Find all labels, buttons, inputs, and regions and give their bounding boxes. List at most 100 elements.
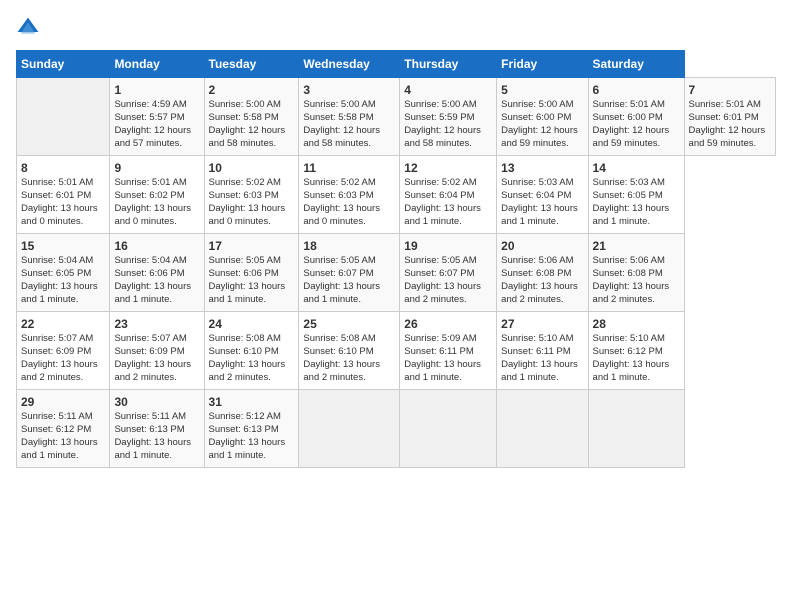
sunrise-text: Sunrise: 5:00 AM — [501, 99, 573, 110]
sunset-text: Sunset: 6:01 PM — [689, 112, 759, 123]
sunrise-text: Sunrise: 5:10 AM — [501, 333, 573, 344]
calendar-cell: 15Sunrise: 5:04 AMSunset: 6:05 PMDayligh… — [17, 234, 110, 312]
sunrise-text: Sunrise: 5:12 AM — [209, 411, 281, 422]
calendar-cell: 27Sunrise: 5:10 AMSunset: 6:11 PMDayligh… — [497, 312, 588, 390]
day-number: 5 — [501, 82, 583, 98]
day-number: 10 — [209, 160, 295, 176]
daylight-text: Daylight: 13 hours and 1 minute. — [593, 203, 670, 227]
daylight-text: Daylight: 13 hours and 1 minute. — [404, 359, 481, 383]
sunrise-text: Sunrise: 5:01 AM — [689, 99, 761, 110]
daylight-text: Daylight: 13 hours and 0 minutes. — [114, 203, 191, 227]
sunrise-text: Sunrise: 5:05 AM — [303, 255, 375, 266]
calendar-cell: 28Sunrise: 5:10 AMSunset: 6:12 PMDayligh… — [588, 312, 684, 390]
sunset-text: Sunset: 6:11 PM — [404, 346, 474, 357]
sunset-text: Sunset: 6:10 PM — [209, 346, 279, 357]
day-number: 23 — [114, 316, 199, 332]
sunset-text: Sunset: 6:09 PM — [21, 346, 91, 357]
daylight-text: Daylight: 13 hours and 1 minute. — [21, 437, 98, 461]
day-number: 14 — [593, 160, 680, 176]
calendar-week-3: 22Sunrise: 5:07 AMSunset: 6:09 PMDayligh… — [17, 312, 776, 390]
daylight-text: Daylight: 13 hours and 2 minutes. — [501, 281, 578, 305]
daylight-text: Daylight: 13 hours and 1 minute. — [501, 359, 578, 383]
calendar-cell: 2Sunrise: 5:00 AMSunset: 5:58 PMDaylight… — [204, 78, 299, 156]
daylight-text: Daylight: 13 hours and 1 minute. — [209, 281, 286, 305]
sunset-text: Sunset: 5:57 PM — [114, 112, 184, 123]
calendar-cell: 25Sunrise: 5:08 AMSunset: 6:10 PMDayligh… — [299, 312, 400, 390]
sunset-text: Sunset: 6:12 PM — [21, 424, 91, 435]
sunrise-text: Sunrise: 5:11 AM — [114, 411, 186, 422]
daylight-text: Daylight: 13 hours and 2 minutes. — [209, 359, 286, 383]
sunset-text: Sunset: 6:10 PM — [303, 346, 373, 357]
page-container: SundayMondayTuesdayWednesdayThursdayFrid… — [0, 0, 792, 478]
calendar-cell: 24Sunrise: 5:08 AMSunset: 6:10 PMDayligh… — [204, 312, 299, 390]
daylight-text: Daylight: 12 hours and 58 minutes. — [209, 125, 286, 149]
sunrise-text: Sunrise: 4:59 AM — [114, 99, 186, 110]
calendar-cell: 20Sunrise: 5:06 AM Sunset: 6:08 PM Dayligh… — [497, 234, 588, 312]
daylight-text: Daylight: 13 hours and 1 minute. — [209, 437, 286, 461]
sunset-text: Sunset: 6:04 PM — [501, 190, 571, 201]
calendar-cell — [299, 390, 400, 468]
sunset-text: Sunset: 5:59 PM — [404, 112, 474, 123]
sunrise-text: Sunrise: 5:01 AM — [21, 177, 93, 188]
daylight-text: Daylight: 12 hours and 59 minutes. — [689, 125, 766, 149]
day-number: 30 — [114, 394, 199, 410]
sunrise-text: Sunrise: 5:03 AM — [501, 177, 573, 188]
day-header-wednesday: Wednesday — [299, 51, 400, 78]
calendar-cell: 22Sunrise: 5:07 AMSunset: 6:09 PMDayligh… — [17, 312, 110, 390]
calendar-cell: 21Sunrise: 5:06 AMSunset: 6:08 PMDayligh… — [588, 234, 684, 312]
day-number: 25 — [303, 316, 395, 332]
calendar-week-0: 1Sunrise: 4:59 AMSunset: 5:57 PMDaylight… — [17, 78, 776, 156]
daylight-text: Daylight: 13 hours and 1 minute. — [404, 203, 481, 227]
sunrise-text: Sunrise: 5:06 AM — [501, 255, 573, 266]
day-number: 15 — [21, 238, 105, 254]
sunset-text: Sunset: 6:13 PM — [114, 424, 184, 435]
day-number: 7 — [689, 82, 771, 98]
day-number: 17 — [209, 238, 295, 254]
day-number: 16 — [114, 238, 199, 254]
daylight-text: Daylight: 12 hours and 57 minutes. — [114, 125, 191, 149]
sunrise-text: Sunrise: 5:10 AM — [593, 333, 665, 344]
sunset-text: Sunset: 6:00 PM — [593, 112, 663, 123]
calendar-cell: 1Sunrise: 4:59 AMSunset: 5:57 PMDaylight… — [110, 78, 204, 156]
sunrise-text: Sunrise: 5:00 AM — [209, 99, 281, 110]
sunset-text: Sunset: 6:03 PM — [303, 190, 373, 201]
sunrise-text: Sunrise: 5:02 AM — [303, 177, 375, 188]
logo-icon — [16, 16, 40, 40]
sunset-text: Sunset: 6:08 PM — [593, 268, 663, 279]
calendar-cell: 6Sunrise: 5:01 AMSunset: 6:00 PMDaylight… — [588, 78, 684, 156]
sunrise-text: Sunrise: 5:09 AM — [404, 333, 476, 344]
daylight-text: Daylight: 13 hours and 2 minutes. — [21, 359, 98, 383]
calendar-cell: 8Sunrise: 5:01 AMSunset: 6:01 PMDaylight… — [17, 156, 110, 234]
calendar-cell — [400, 390, 497, 468]
daylight-text: Daylight: 12 hours and 58 minutes. — [404, 125, 481, 149]
calendar-cell: 26Sunrise: 5:09 AMSunset: 6:11 PMDayligh… — [400, 312, 497, 390]
sunset-text: Sunset: 6:12 PM — [593, 346, 663, 357]
sunrise-text: Sunrise: 5:02 AM — [209, 177, 281, 188]
daylight-text: Daylight: 13 hours and 0 minutes. — [209, 203, 286, 227]
day-number: 29 — [21, 394, 105, 410]
sunset-text: Sunset: 6:13 PM — [209, 424, 279, 435]
sunrise-text: Sunrise: 5:07 AM — [114, 333, 186, 344]
day-number: 19 — [404, 238, 492, 254]
calendar-header-row: SundayMondayTuesdayWednesdayThursdayFrid… — [17, 51, 776, 78]
calendar-cell: 29Sunrise: 5:11 AMSunset: 6:12 PMDayligh… — [17, 390, 110, 468]
daylight-text: Daylight: 13 hours and 1 minute. — [303, 281, 380, 305]
day-number: 27 — [501, 316, 583, 332]
sunrise-text: Sunrise: 5:07 AM — [21, 333, 93, 344]
day-number: 20 — [501, 238, 583, 254]
sunrise-text: Sunrise: 5:01 AM — [593, 99, 665, 110]
day-number: 13 — [501, 160, 583, 176]
calendar-week-1: 8Sunrise: 5:01 AMSunset: 6:01 PMDaylight… — [17, 156, 776, 234]
calendar-cell: 13Sunrise: 5:03 AM Sunset: 6:04 PM Dayligh… — [497, 156, 588, 234]
calendar-cell: 14Sunrise: 5:03 AMSunset: 6:05 PMDayligh… — [588, 156, 684, 234]
day-number: 18 — [303, 238, 395, 254]
calendar-cell — [588, 390, 684, 468]
day-header-tuesday: Tuesday — [204, 51, 299, 78]
sunset-text: Sunset: 6:08 PM — [501, 268, 571, 279]
calendar-cell: 5Sunrise: 5:00 AMSunset: 6:00 PMDaylight… — [497, 78, 588, 156]
calendar-cell — [497, 390, 588, 468]
sunrise-text: Sunrise: 5:02 AM — [404, 177, 476, 188]
day-number: 3 — [303, 82, 395, 98]
day-number: 24 — [209, 316, 295, 332]
daylight-text: Daylight: 13 hours and 1 minute. — [501, 203, 578, 227]
